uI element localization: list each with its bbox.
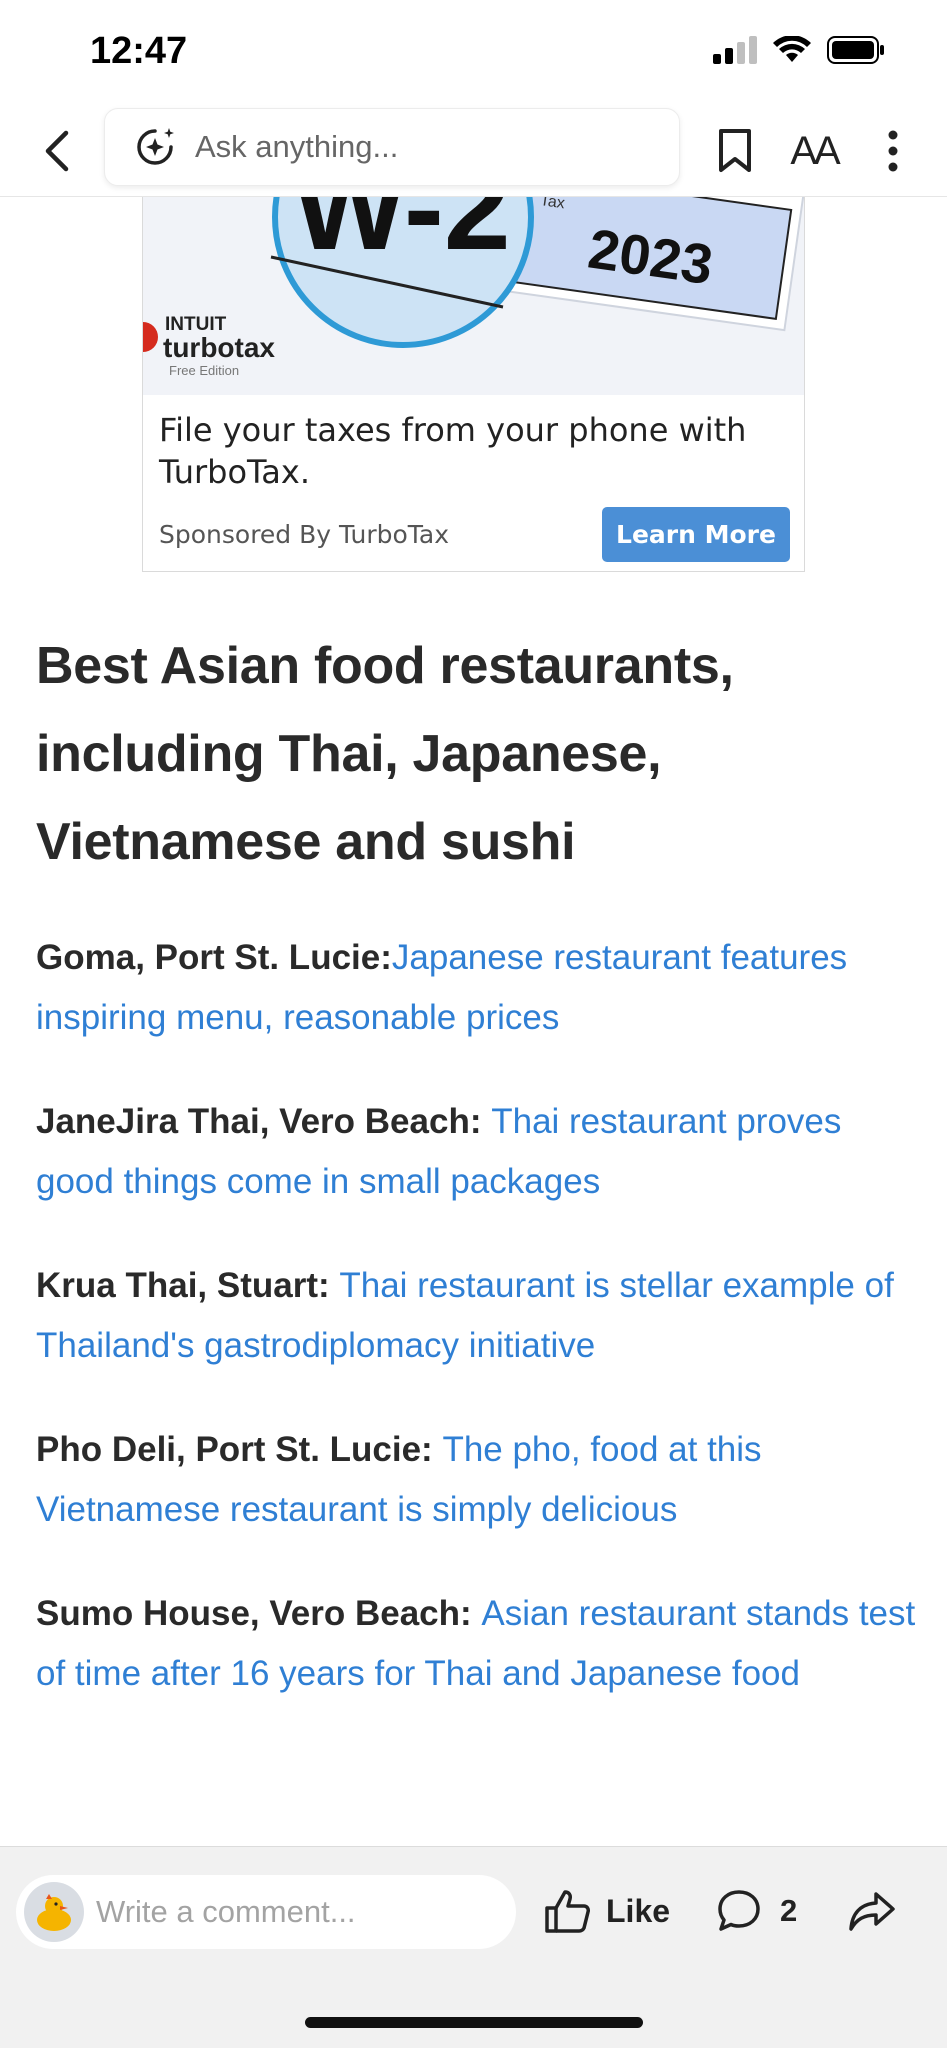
restaurant-name: Goma, Port St. Lucie: — [36, 938, 392, 977]
learn-more-button[interactable]: Learn More — [602, 507, 790, 562]
list-item: Pho Deli, Port St. Lucie: The pho, food … — [36, 1420, 916, 1540]
bookmark-button[interactable] — [712, 123, 758, 179]
font-size-icon: AA — [790, 128, 840, 173]
ad-brand-name: turbotax — [163, 332, 275, 363]
font-size-button[interactable]: AA — [788, 123, 840, 179]
like-button[interactable]: Like — [544, 1881, 670, 1941]
duck-avatar-icon — [37, 1894, 71, 1931]
ad-title[interactable]: File your taxes from your phone with Tur… — [159, 409, 789, 493]
ask-anything-input[interactable]: Ask anything... — [104, 108, 680, 186]
sponsored-ad[interactable]: 2023 Tax W-2 INTUIT turbotax Free Editio… — [142, 197, 805, 572]
status-time: 12:47 — [90, 30, 188, 72]
cellular-signal-icon — [713, 36, 757, 64]
restaurant-name: Sumo House, Vero Beach: — [36, 1594, 482, 1633]
list-item: Sumo House, Vero Beach: Asian restaurant… — [36, 1584, 916, 1704]
list-item: Krua Thai, Stuart: Thai restaurant is st… — [36, 1256, 916, 1376]
thumbs-up-icon — [545, 1890, 590, 1933]
back-button[interactable] — [34, 123, 80, 179]
comment-bubble-icon — [718, 1890, 760, 1931]
list-item: Goma, Port St. Lucie:Japanese restaurant… — [36, 928, 916, 1048]
turbotax-ad-illustration: 2023 Tax W-2 INTUIT turbotax Free Editio… — [143, 197, 804, 378]
ad-image: 2023 Tax W-2 INTUIT turbotax Free Editio… — [143, 197, 804, 395]
share-button[interactable] — [842, 1881, 902, 1941]
battery-icon — [827, 36, 884, 64]
bookmark-icon — [719, 129, 751, 172]
restaurant-list: Goma, Port St. Lucie:Japanese restaurant… — [36, 928, 916, 1748]
comments-count: 2 — [780, 1893, 798, 1928]
bottom-action-bar: Write a comment... Like 2 — [0, 1846, 947, 2048]
avatar — [24, 1882, 84, 1942]
share-arrow-icon — [849, 1892, 895, 1931]
comment-input[interactable]: Write a comment... — [16, 1875, 516, 1949]
wifi-icon — [773, 36, 811, 62]
ask-placeholder: Ask anything... — [195, 129, 399, 164]
status-icons — [713, 36, 885, 64]
home-indicator[interactable] — [305, 2017, 643, 2028]
ad-form-text: W-2 — [293, 197, 511, 275]
chevron-left-icon — [45, 130, 69, 172]
ad-brand-sub: Free Edition — [169, 363, 239, 378]
ad-sponsor: Sponsored By TurboTax — [159, 520, 450, 549]
sparkle-icon — [133, 125, 177, 169]
restaurant-name: Krua Thai, Stuart: — [36, 1266, 340, 1305]
section-headline: Best Asian food restaurants, including T… — [36, 637, 734, 871]
more-options-button[interactable] — [878, 123, 908, 179]
comment-placeholder: Write a comment... — [96, 1894, 356, 1929]
top-nav: Ask anything... AA — [0, 105, 947, 197]
restaurant-name: Pho Deli, Port St. Lucie: — [36, 1430, 443, 1469]
restaurant-name: JaneJira Thai, Vero Beach: — [36, 1102, 492, 1141]
like-label: Like — [606, 1892, 671, 1929]
comments-button[interactable]: 2 — [716, 1881, 797, 1941]
list-item: JaneJira Thai, Vero Beach: Thai restaura… — [36, 1092, 916, 1212]
more-vertical-icon — [888, 130, 898, 172]
status-bar: 12:47 — [0, 0, 947, 105]
